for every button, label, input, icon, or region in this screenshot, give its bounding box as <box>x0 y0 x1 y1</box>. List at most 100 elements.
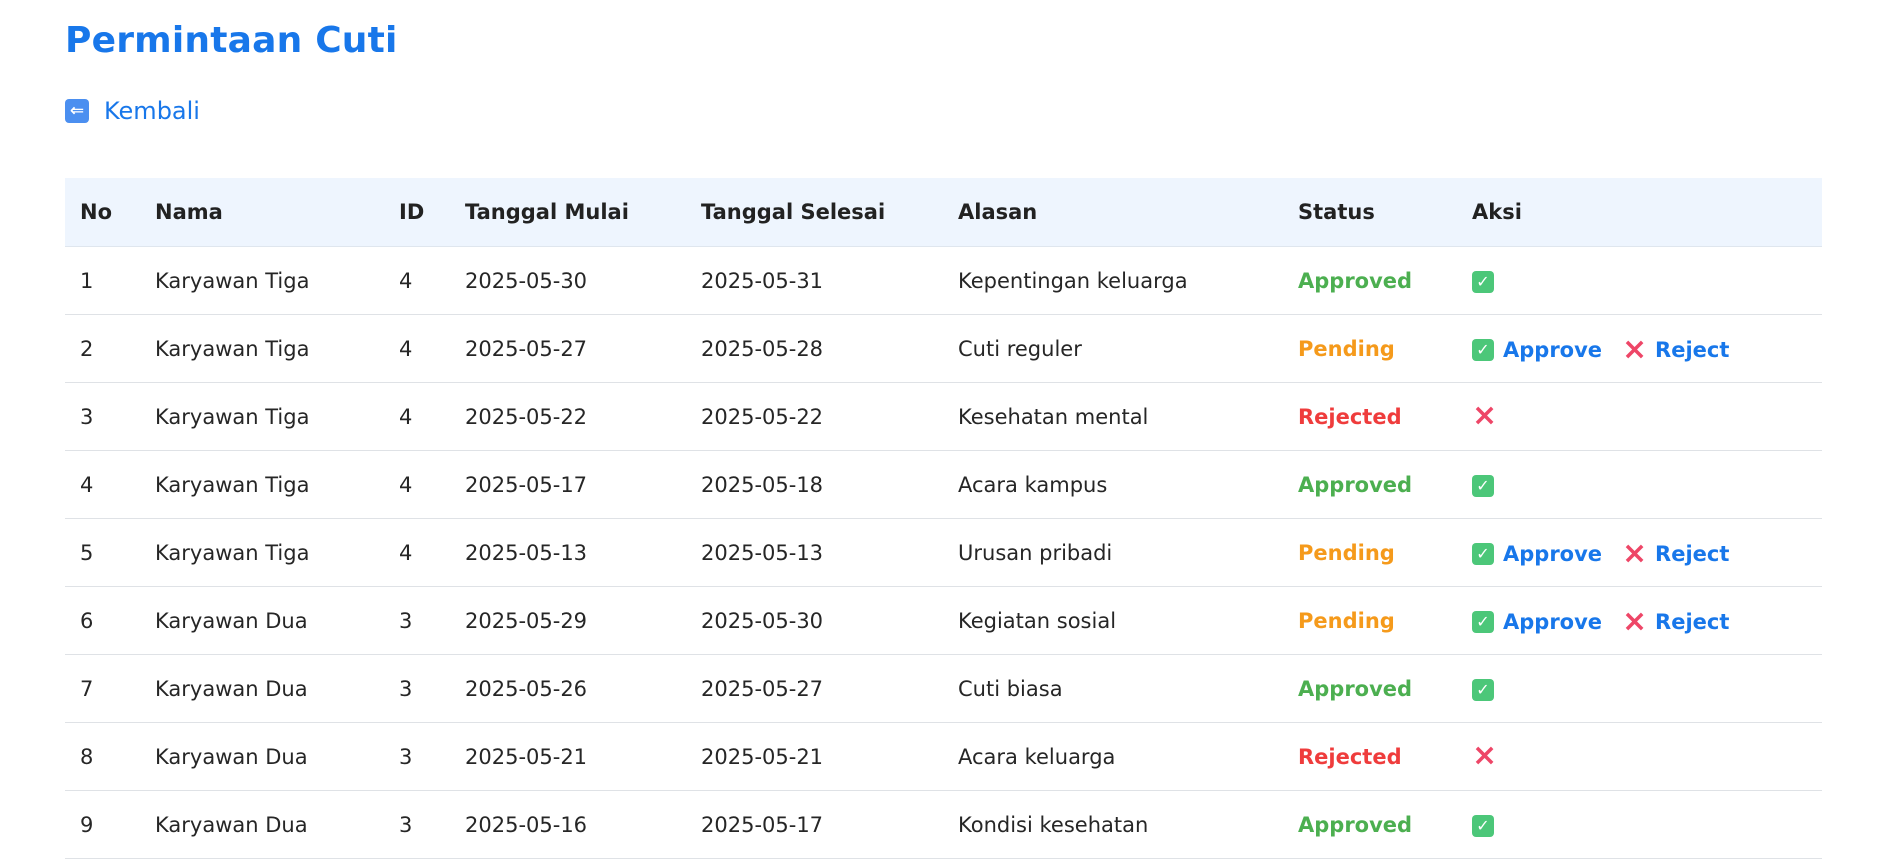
cell-status: Pending <box>1283 586 1457 655</box>
action-group: ✓ <box>1472 679 1494 701</box>
cell-aksi: ✓ Approve × Reject <box>1457 586 1822 655</box>
cross-mark-icon: × <box>1622 331 1648 367</box>
check-box-icon: ✓ <box>1472 815 1494 837</box>
status-badge: Rejected <box>1298 744 1402 769</box>
cell-no: 7 <box>65 654 140 723</box>
cell-nama: Karyawan Tiga <box>140 314 384 383</box>
table-row: 8 Karyawan Dua 3 2025-05-21 2025-05-21 Acara … <box>65 722 1822 791</box>
cell-alasan: Cuti reguler <box>943 314 1283 383</box>
table-row: 2 Karyawan Tiga 4 2025-05-27 2025-05-28 Cuti … <box>65 314 1822 383</box>
cell-tanggal-selesai: 2025-05-22 <box>686 382 943 451</box>
header-alasan: Alasan <box>943 178 1283 247</box>
cell-id: 3 <box>384 790 450 859</box>
cell-aksi: ✓ <box>1457 654 1822 723</box>
back-label: Kembali <box>104 97 200 125</box>
cell-tanggal-selesai: 2025-05-21 <box>686 722 943 791</box>
cell-aksi: × <box>1457 722 1822 791</box>
cell-id: 3 <box>384 654 450 723</box>
cell-status: Rejected <box>1283 382 1457 451</box>
approve-button[interactable]: ✓ Approve <box>1472 610 1602 634</box>
status-badge: Pending <box>1298 608 1395 633</box>
cell-alasan: Urusan pribadi <box>943 518 1283 587</box>
cross-mark-icon: × <box>1622 535 1648 571</box>
cell-tanggal-mulai: 2025-05-17 <box>450 450 686 519</box>
reject-button[interactable]: × Reject <box>1622 603 1729 639</box>
approve-label: Approve <box>1503 337 1603 362</box>
cell-alasan: Kesehatan mental <box>943 382 1283 451</box>
cross-mark-icon: × <box>1622 603 1648 639</box>
status-badge: Rejected <box>1298 404 1402 429</box>
cell-no: 2 <box>65 314 140 383</box>
cell-no: 3 <box>65 382 140 451</box>
cell-no: 5 <box>65 518 140 587</box>
cell-aksi: ✓ Approve × Reject <box>1457 314 1822 383</box>
approve-button[interactable]: ✓ Approve <box>1472 542 1602 566</box>
cell-no: 9 <box>65 790 140 859</box>
arrow-left-icon: ⇐ <box>65 99 89 123</box>
cell-aksi: × <box>1457 382 1822 451</box>
cell-tanggal-selesai: 2025-05-17 <box>686 790 943 859</box>
cell-tanggal-mulai: 2025-05-29 <box>450 586 686 655</box>
table-row: 9 Karyawan Dua 3 2025-05-16 2025-05-17 Kondis… <box>65 790 1822 859</box>
cell-nama: Karyawan Dua <box>140 722 384 791</box>
cell-nama: Karyawan Tiga <box>140 246 384 315</box>
cell-nama: Karyawan Tiga <box>140 518 384 587</box>
cell-tanggal-selesai: 2025-05-27 <box>686 654 943 723</box>
table-row: 1 Karyawan Tiga 4 2025-05-30 2025-05-31 Kepen… <box>65 246 1822 315</box>
reject-button[interactable]: × Reject <box>1622 331 1729 367</box>
table-row: 4 Karyawan Tiga 4 2025-05-17 2025-05-18 Acara… <box>65 450 1822 519</box>
action-group: ✓ <box>1472 475 1494 497</box>
cell-status: Pending <box>1283 518 1457 587</box>
check-box-icon: ✓ <box>1472 542 1494 565</box>
cell-alasan: Kegiatan sosial <box>943 586 1283 655</box>
cell-status: Rejected <box>1283 722 1457 791</box>
cell-id: 4 <box>384 314 450 383</box>
header-no: No <box>65 178 140 247</box>
cell-alasan: Kondisi kesehatan <box>943 790 1283 859</box>
status-badge: Approved <box>1298 268 1413 293</box>
back-link[interactable]: ⇐ Kembali <box>65 94 200 128</box>
header-id: ID <box>384 178 450 247</box>
action-group: × <box>1472 400 1497 430</box>
cell-tanggal-mulai: 2025-05-22 <box>450 382 686 451</box>
cell-aksi: ✓ <box>1457 450 1822 519</box>
cell-tanggal-mulai: 2025-05-27 <box>450 314 686 383</box>
status-badge: Approved <box>1298 472 1413 497</box>
approve-label: Approve <box>1503 541 1603 566</box>
cell-no: 4 <box>65 450 140 519</box>
approve-label: Approve <box>1503 609 1603 634</box>
cell-alasan: Kepentingan keluarga <box>943 246 1283 315</box>
reject-button[interactable]: × Reject <box>1622 535 1730 571</box>
check-box-icon: ✓ <box>1472 271 1494 293</box>
cell-tanggal-selesai: 2025-05-30 <box>686 586 943 655</box>
action-group: ✓ <box>1472 271 1494 293</box>
cell-tanggal-selesai: 2025-05-28 <box>686 314 943 383</box>
header-nama: Nama <box>140 178 384 247</box>
cell-id: 3 <box>384 722 450 791</box>
approve-button[interactable]: ✓ Approve <box>1472 338 1602 362</box>
action-group: × <box>1472 740 1497 770</box>
check-box-icon: ✓ <box>1472 475 1494 497</box>
cell-tanggal-selesai: 2025-05-18 <box>686 450 943 519</box>
cell-no: 6 <box>65 586 140 655</box>
reject-label: Reject <box>1655 541 1730 566</box>
cell-alasan: Acara keluarga <box>943 722 1283 791</box>
cell-aksi: ✓ Approve × Reject <box>1457 518 1822 587</box>
table-row: 6 Karyawan Dua 3 2025-05-29 2025-05-30 Kegiat… <box>65 586 1822 655</box>
header-tanggal-mulai: Tanggal Mulai <box>450 178 686 247</box>
status-badge: Approved <box>1298 676 1413 701</box>
cell-id: 4 <box>384 518 450 587</box>
cell-tanggal-mulai: 2025-05-21 <box>450 722 686 791</box>
status-badge: Pending <box>1298 336 1395 361</box>
status-badge: Approved <box>1298 812 1413 837</box>
cell-tanggal-mulai: 2025-05-30 <box>450 246 686 315</box>
check-box-icon: ✓ <box>1472 338 1494 361</box>
cell-nama: Karyawan Dua <box>140 790 384 859</box>
cell-id: 4 <box>384 246 450 315</box>
cell-nama: Karyawan Dua <box>140 586 384 655</box>
cell-status: Approved <box>1283 450 1457 519</box>
cell-tanggal-mulai: 2025-05-13 <box>450 518 686 587</box>
cell-alasan: Acara kampus <box>943 450 1283 519</box>
table-row: 5 Karyawan Tiga 4 2025-05-13 2025-05-13 Urusa… <box>65 518 1822 587</box>
check-box-icon: ✓ <box>1472 679 1494 701</box>
